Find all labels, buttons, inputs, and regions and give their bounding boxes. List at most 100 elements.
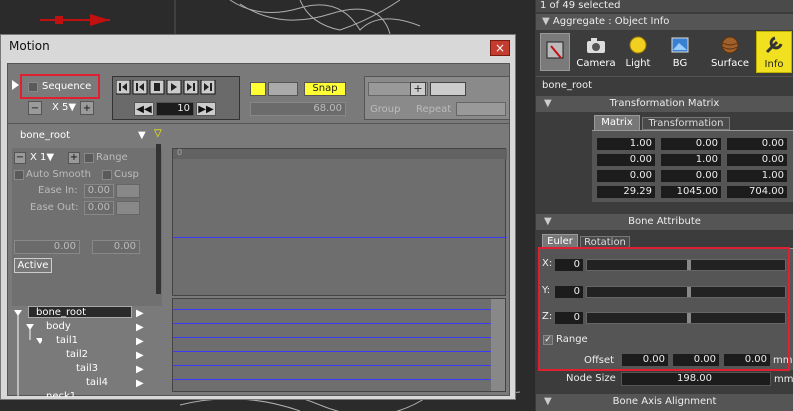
range-checkbox[interactable]	[84, 153, 94, 163]
matrix-cell[interactable]: 0.00	[596, 153, 656, 167]
tab-transformation[interactable]: Transformation	[642, 117, 730, 130]
cusp-checkbox[interactable]	[102, 170, 112, 180]
tree-item[interactable]: bone_root	[36, 307, 86, 318]
expand-arrow-icon[interactable]: ▶	[136, 336, 144, 347]
matrix-section-title: Transformation Matrix	[609, 98, 720, 109]
light-icon	[629, 36, 647, 54]
clock-icon[interactable]	[268, 82, 298, 96]
left-panel-scrollbar[interactable]	[156, 144, 161, 294]
matrix-cell[interactable]: 0.00	[726, 137, 788, 151]
tree-item[interactable]: tail2	[66, 349, 88, 360]
repeat-field[interactable]	[456, 102, 506, 116]
filter-icon[interactable]: ▽	[154, 128, 162, 139]
curve-editor[interactable]: 0	[172, 148, 507, 296]
active-button[interactable]: Active	[14, 258, 52, 273]
time-field[interactable]: 68.00	[250, 102, 346, 116]
tab-euler[interactable]: Euler	[542, 234, 578, 248]
matrix-cell[interactable]: 1.00	[726, 169, 788, 183]
ease-out-slider[interactable]	[116, 201, 140, 215]
tab-bg[interactable]: BG	[660, 33, 700, 71]
dope-sheet-scrollbar[interactable]	[491, 299, 505, 391]
ease-in-field[interactable]: 0.00	[84, 184, 114, 198]
expand-arrow-icon[interactable]: ▶	[136, 350, 144, 361]
repeat-label: Repeat	[416, 104, 452, 115]
range-label: Range	[96, 152, 128, 163]
bone-dropdown-icon[interactable]: ▼	[138, 130, 146, 141]
zoom-out-button[interactable]: −	[14, 152, 26, 164]
pin-tab[interactable]	[540, 33, 570, 71]
collapse-icon[interactable]: ▼	[542, 16, 550, 27]
keyframe-mode-icon[interactable]	[250, 82, 266, 96]
matrix-cell[interactable]: 0.00	[660, 137, 722, 151]
matrix-cell[interactable]: 0.00	[596, 169, 656, 183]
expand-arrow-icon[interactable]: ▶	[136, 364, 144, 375]
tab-light-label: Light	[625, 58, 651, 69]
ease-in-label: Ease In:	[38, 185, 78, 196]
dope-sheet[interactable]	[172, 298, 506, 392]
tab-surface-label: Surface	[710, 58, 750, 69]
tree-lines	[14, 310, 42, 396]
tab-surface[interactable]: Surface	[708, 33, 752, 71]
selection-status: 1 of 49 selected	[536, 0, 793, 12]
matrix-cell[interactable]: 1.00	[660, 153, 722, 167]
zoom-dropdown[interactable]: X 5▼	[52, 102, 76, 113]
tab-matrix[interactable]: Matrix	[594, 115, 640, 130]
zoom-out-button[interactable]: −	[28, 101, 42, 115]
value-b-field[interactable]: 0.00	[92, 240, 140, 254]
expand-icon[interactable]	[12, 80, 19, 90]
bone-section-title: Bone Attribute	[628, 216, 701, 227]
matrix-cell[interactable]: 1045.00	[660, 185, 722, 199]
tree-item[interactable]: neck1	[46, 391, 76, 397]
ease-in-slider[interactable]	[116, 184, 140, 198]
close-button[interactable]: ×	[490, 40, 510, 56]
value-a-field[interactable]: 0.00	[14, 240, 80, 254]
motion-content: Sequence − X 5▼ + ◀◀ 10 ▶▶ Snap 68.00 + …	[7, 63, 510, 397]
bone-section-header[interactable]: ▼ Bone Attribute	[536, 214, 793, 230]
highlight-box-sequence	[20, 74, 100, 99]
expand-arrow-icon[interactable]: ▶	[136, 308, 144, 319]
info-panel: 1 of 49 selected ▼ Aggregate : Object In…	[536, 0, 793, 411]
tab-info-label: Info	[764, 59, 784, 70]
ease-out-field[interactable]: 0.00	[84, 201, 114, 215]
tab-light[interactable]: Light	[620, 33, 656, 71]
ease-out-label: Ease Out:	[30, 202, 79, 213]
matrix-cell[interactable]: 0.00	[726, 153, 788, 167]
matrix-cell[interactable]: 1.00	[596, 137, 656, 151]
node-size-field[interactable]: 198.00	[621, 372, 771, 386]
matrix-cell[interactable]: 0.00	[660, 169, 722, 183]
matrix-section-header[interactable]: ▼ Transformation Matrix	[536, 96, 793, 112]
bone-axis-section-header[interactable]: ▼ Bone Axis Alignment	[536, 394, 793, 411]
pin-icon	[546, 41, 564, 59]
zoom-in-button[interactable]: +	[68, 152, 80, 164]
matrix-cell[interactable]: 704.00	[726, 185, 788, 199]
fast-forward-button[interactable]: ▶▶	[196, 102, 216, 116]
auto-smooth-checkbox[interactable]	[14, 170, 24, 180]
snap-button[interactable]: Snap	[304, 82, 346, 96]
rewind-button[interactable]: ◀◀	[134, 102, 154, 116]
time-ruler[interactable]: 0	[173, 148, 507, 159]
ruler-label: 0	[177, 148, 183, 157]
matrix-cell[interactable]: 29.29	[596, 185, 656, 199]
surface-icon	[721, 36, 739, 54]
tab-info[interactable]: Info	[756, 31, 792, 73]
tree-item[interactable]: tail1	[56, 335, 78, 346]
tab-camera-label: Camera	[576, 58, 616, 69]
object-name: bone_root	[542, 80, 593, 91]
background-icon	[671, 37, 689, 53]
tab-bg-label: BG	[672, 58, 688, 69]
frame-field[interactable]: 10	[156, 102, 194, 116]
expand-arrow-icon[interactable]: ▶	[136, 322, 144, 333]
auto-smooth-label: Auto Smooth	[26, 169, 91, 180]
tree-item[interactable]: tail4	[86, 377, 108, 388]
zoom-in-button[interactable]: +	[80, 101, 94, 115]
motion-window: Motion × Sequence − X 5▼ + ◀◀ 10 ▶▶ Snap…	[0, 34, 516, 400]
tab-camera[interactable]: Camera	[576, 33, 616, 71]
add-key-icon[interactable]: +	[410, 82, 426, 96]
key-icon[interactable]	[430, 82, 466, 96]
motion-title: Motion	[9, 39, 50, 53]
tree-item[interactable]: tail3	[76, 363, 98, 374]
expand-arrow-icon[interactable]: ▶	[136, 378, 144, 389]
zoom-dropdown[interactable]: X 1▼	[30, 152, 54, 163]
tree-item[interactable]: body	[46, 321, 71, 332]
group-dropdown[interactable]: Group	[370, 104, 400, 115]
